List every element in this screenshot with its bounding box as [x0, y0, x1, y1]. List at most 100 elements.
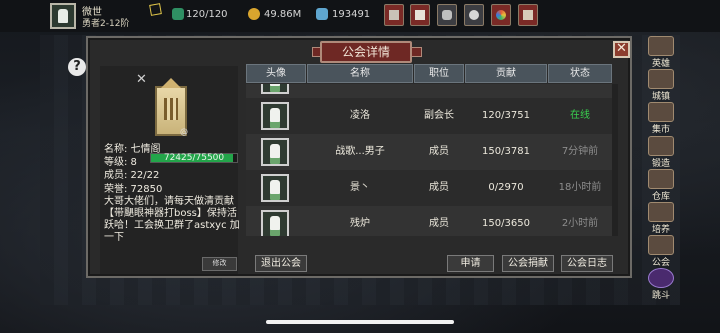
- side-item-label: 锻造: [651, 159, 670, 169]
- header-contribution: 贡献: [465, 64, 547, 83]
- side-item-warehouse[interactable]: 仓库: [644, 169, 678, 202]
- member-role: 成员: [429, 182, 449, 193]
- portal-icon: [648, 268, 674, 288]
- member-contribution: 0/2970: [488, 182, 524, 193]
- member-contribution: 120/3751: [482, 110, 530, 121]
- apply-button[interactable]: 申请: [447, 255, 494, 272]
- settings-button[interactable]: [464, 4, 484, 26]
- shop-button[interactable]: [384, 4, 404, 26]
- hero-icon: [648, 36, 674, 56]
- help-icon[interactable]: ?: [68, 58, 86, 76]
- player-avatar[interactable]: [50, 3, 76, 29]
- side-item-label: 城镇: [651, 92, 670, 102]
- gem-value: 193491: [332, 9, 371, 20]
- side-item-train[interactable]: 培养: [644, 202, 678, 235]
- side-item-label: 培养: [651, 225, 670, 235]
- modify-notice-button[interactable]: 修改: [202, 257, 237, 271]
- event-button[interactable]: [518, 4, 538, 26]
- side-item-label: 公会: [651, 258, 670, 268]
- market-icon: [648, 102, 674, 122]
- header-status: 状态: [548, 64, 612, 83]
- member-name: 凌洛: [350, 110, 370, 121]
- member-avatar: [261, 138, 289, 166]
- member-avatar: [261, 174, 289, 202]
- table-row[interactable]: 凌洛 副会长 120/3751 在线: [246, 98, 612, 134]
- top-status-bar: 微世 勇者2-12阶 120/120 49.86M 193491: [0, 0, 720, 32]
- dismiss-x-icon[interactable]: ✕: [136, 72, 147, 87]
- member-contribution: 150/3510: [465, 84, 547, 98]
- member-table-header: 头像 名称 职位 贡献 状态: [246, 64, 612, 83]
- mail-icon: [415, 10, 425, 20]
- side-item-forge[interactable]: 锻造: [644, 136, 678, 169]
- town-icon: [648, 69, 674, 89]
- gamepad-button[interactable]: [437, 4, 457, 26]
- wheel-icon: [496, 10, 506, 20]
- side-item-label: 英雄: [651, 59, 670, 69]
- mail-button[interactable]: [410, 4, 430, 26]
- side-item-portal[interactable]: 跳斗: [644, 268, 678, 301]
- member-status: 2小时前: [561, 218, 599, 229]
- table-row[interactable]: 残炉 成员 150/3650 2小时前: [246, 206, 612, 236]
- member-role: 成员: [429, 146, 449, 157]
- guild-notice: 大哥大佬们，请每天做清贡献【带颶眼神器打boss】保持活跃哈！工会换卫群了ast…: [104, 196, 240, 243]
- guild-icon: [648, 235, 674, 255]
- member-list[interactable]: 不眠当年 成员 150/3510 3小时前 凌洛 副会长 120/3751 在线…: [246, 84, 612, 236]
- member-status: 18小时前: [558, 182, 602, 193]
- forge-icon: [648, 136, 674, 156]
- member-name: 残炉: [350, 218, 370, 229]
- member-avatar: [261, 102, 289, 130]
- header-role: 职位: [414, 64, 464, 83]
- train-icon: [648, 202, 674, 222]
- member-avatar: [261, 84, 289, 94]
- badge-icon: @: [180, 127, 188, 136]
- gamepad-icon: [442, 10, 452, 20]
- gem-icon: [316, 8, 328, 20]
- edit-name-icon[interactable]: [149, 3, 162, 16]
- member-name: 景丶: [350, 182, 370, 193]
- member-status: 3小时前: [548, 84, 612, 98]
- member-role: 副会长: [424, 110, 454, 121]
- guild-members: 成员: 22/22: [104, 170, 160, 181]
- leave-guild-button[interactable]: 退出公会: [255, 255, 307, 272]
- guild-xp-bar: 72425/75500: [150, 153, 238, 163]
- side-item-label: 集市: [651, 125, 670, 135]
- warehouse-icon: [648, 169, 674, 189]
- member-avatar: [261, 210, 289, 236]
- member-contribution: 150/3650: [482, 218, 530, 229]
- side-item-town[interactable]: 城镇: [644, 69, 678, 102]
- member-name: 战歌...男子: [335, 146, 385, 157]
- energy-value: 120/120: [186, 9, 228, 20]
- shop-cart-icon: [389, 10, 399, 20]
- guild-log-button[interactable]: 公会日志: [561, 255, 613, 272]
- member-list-scrollbar[interactable]: [612, 84, 618, 236]
- member-role: 成员: [429, 218, 449, 229]
- spin-wheel-button[interactable]: [491, 4, 511, 26]
- side-item-hero[interactable]: 英雄: [644, 36, 678, 69]
- member-contribution: 150/3781: [482, 146, 530, 157]
- guild-honor: 荣誉: 72850: [104, 184, 163, 195]
- guild-donate-button[interactable]: 公会捐献: [502, 255, 554, 272]
- event-icon: [523, 10, 533, 20]
- side-item-label: 跳斗: [651, 291, 670, 301]
- member-name: 不眠当年: [307, 84, 413, 98]
- table-row[interactable]: 战歌...男子 成员 150/3781 7分钟前: [246, 134, 612, 170]
- side-item-market[interactable]: 集市: [644, 102, 678, 135]
- header-name: 名称: [307, 64, 413, 83]
- energy-icon: [172, 8, 184, 20]
- dialog-title: 公会详情: [320, 41, 412, 63]
- side-item-label: 仓库: [651, 192, 670, 202]
- home-indicator[interactable]: [266, 320, 454, 324]
- header-avatar: 头像: [246, 64, 306, 83]
- member-status: 在线: [570, 110, 590, 121]
- member-role: 成员: [414, 84, 464, 98]
- player-rank: 勇者2-12阶: [82, 19, 130, 29]
- close-button[interactable]: ✕: [613, 41, 630, 58]
- member-status: 7分钟前: [561, 146, 599, 157]
- gold-value: 49.86M: [264, 9, 302, 20]
- gear-icon: [469, 10, 479, 20]
- side-item-guild[interactable]: 公会: [644, 235, 678, 268]
- table-row[interactable]: 不眠当年 成员 150/3510 3小时前: [246, 84, 612, 98]
- guild-xp-text: 72425/75500: [163, 153, 225, 163]
- gold-coin-icon: [248, 8, 260, 20]
- table-row[interactable]: 景丶 成员 0/2970 18小时前: [246, 170, 612, 206]
